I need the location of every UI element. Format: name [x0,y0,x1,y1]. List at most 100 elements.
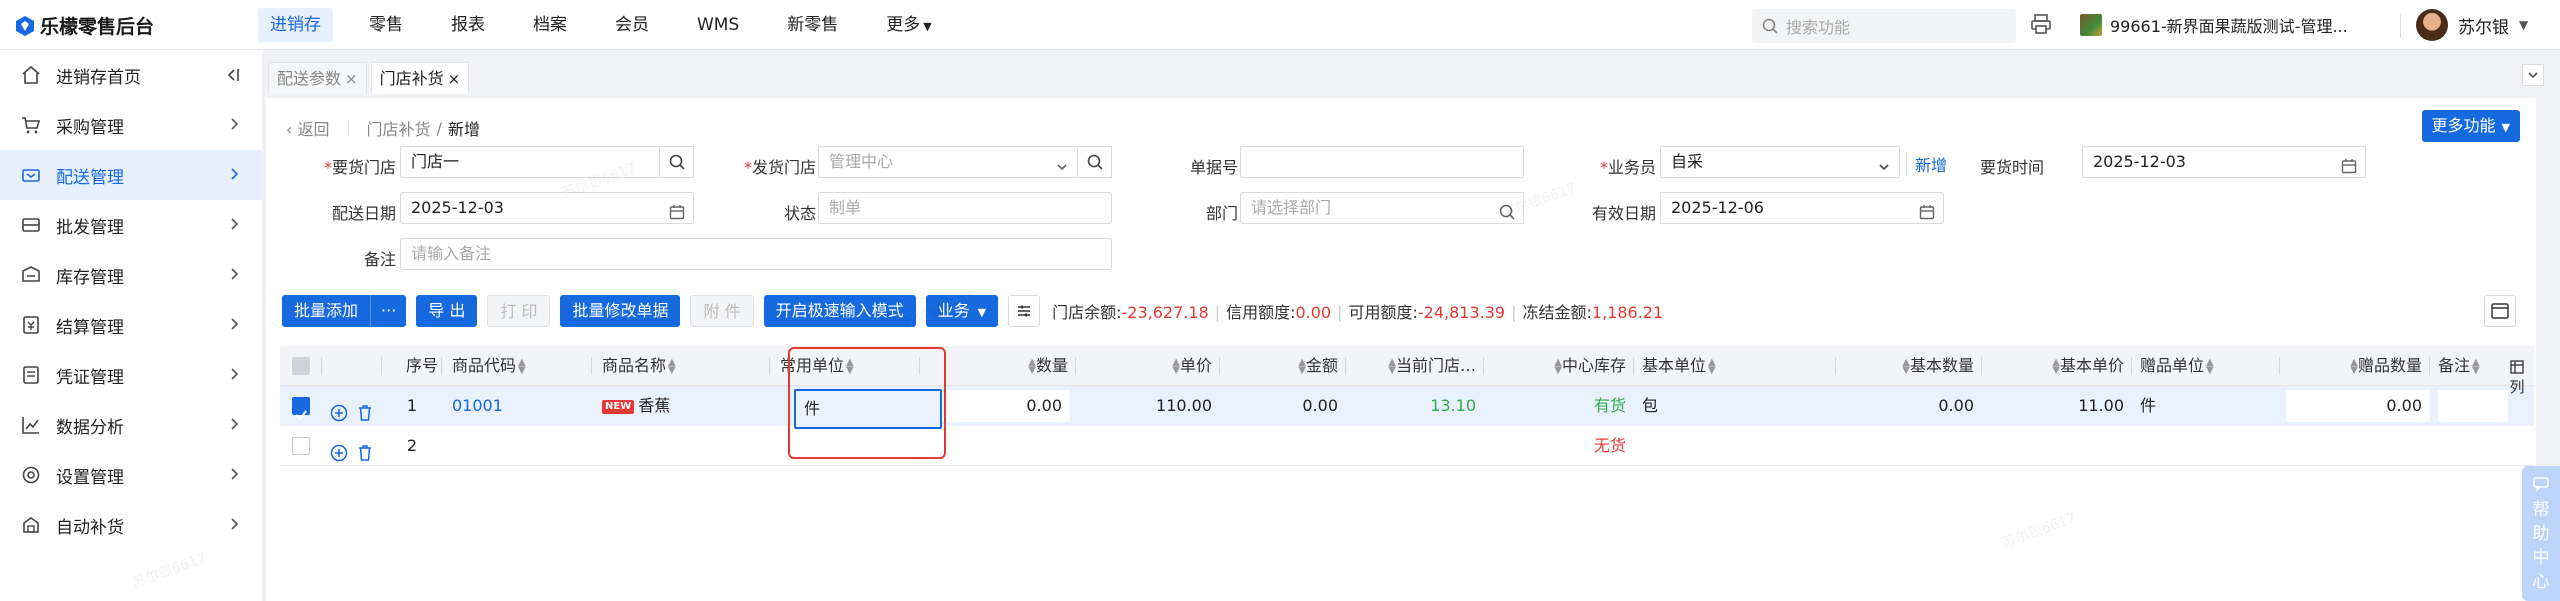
row-checkbox[interactable] [292,437,310,455]
printer-icon[interactable] [2030,13,2052,40]
cell-gift-unit: 件 [2140,396,2157,415]
sort-icon: ▲ ▼ [1298,356,1306,376]
sidebar-item-home[interactable]: 进销存首页 [0,50,262,100]
layout-toggle-button[interactable] [2484,295,2516,327]
more-options-button[interactable]: ··· [370,295,406,327]
header-gift-qty[interactable]: ▲ ▼赠品数量 [2280,346,2430,386]
delete-row-icon[interactable] [356,397,374,426]
topnav-item-retail[interactable]: 零售 [357,8,415,42]
req-store-field[interactable]: 门店一 [400,146,660,178]
separator: | [1337,303,1343,322]
more-functions-button[interactable]: 更多功能 ▼ [2421,110,2520,142]
select-all-checkbox[interactable] [292,357,310,375]
tab-distribution-params[interactable]: 配送参数 × [268,62,367,94]
req-store-search-button[interactable] [660,146,694,178]
header-price[interactable]: ▲ ▼单价 [1076,346,1220,386]
sidebar-item-purchase[interactable]: 采购管理 [0,100,262,150]
more-functions-label: 更多功能 [2431,116,2496,135]
sort-icon: ▲ ▼ [1554,356,1562,376]
header-base-unit[interactable]: 基本单位 ▲ ▼ [1634,346,1836,386]
close-icon[interactable]: × [448,70,461,88]
sidebar-item-inventory[interactable]: 库存管理 [0,250,262,300]
column-settings-button[interactable] [1008,295,1041,327]
header-code[interactable]: 商品代码 ▲ ▼ [442,346,592,386]
valid-date-field[interactable]: 2025-12-06 [1660,192,1944,224]
salesman-field[interactable]: 自采 [1660,146,1900,178]
header-remark[interactable]: 备注 ▲ ▼ [2430,346,2500,386]
sidebar-item-auto-replenish[interactable]: 自动补货 [0,500,262,550]
header-center-stock[interactable]: ▲ ▼中心库存 [1484,346,1634,386]
header-gift-unit[interactable]: 赠品单位 ▲ ▼ [2132,346,2280,386]
print-button[interactable]: 打 印 [487,295,551,327]
header-code-label: 商品代码 [452,356,517,375]
row-actions [330,426,380,466]
ship-date-field[interactable]: 2025-12-03 [400,192,694,224]
row-checkbox[interactable] [292,397,310,421]
doc-no-field[interactable] [1240,146,1524,178]
separator: | [1511,303,1517,322]
header-qty[interactable]: ▲ ▼数量 [920,346,1076,386]
topnav-item-wms[interactable]: WMS [685,8,751,42]
header-base-qty[interactable]: ▲ ▼基本数量 [1836,346,1982,386]
ship-store-field[interactable]: 管理中心 [818,146,1078,178]
store-switcher[interactable]: 99661-新界面果蔬版测试-管理... [2080,13,2348,37]
sidebar-item-distribution[interactable]: 配送管理 [0,150,262,200]
tabs-dropdown-button[interactable] [2522,64,2544,86]
chevron-down-icon: ▼ [977,306,987,319]
header-name[interactable]: 商品名称 ▲ ▼ [592,346,770,386]
sidebar-item-wholesale[interactable]: 批发管理 [0,200,262,250]
topnav-item-new-retail[interactable]: 新零售 [775,8,850,42]
sidebar-item-voucher[interactable]: 凭证管理 [0,350,262,400]
add-salesman-link[interactable]: 新增 [1906,152,1947,176]
header-unit[interactable]: 常用单位 ▲ ▼ [770,346,920,386]
table-row[interactable]: 2 无货 [280,426,2534,466]
remark-input[interactable] [2438,390,2508,422]
cell-code[interactable]: 01001 [442,386,592,426]
add-row-icon[interactable] [330,397,348,426]
chevron-down-icon: ▼ [2501,121,2510,134]
dept-field[interactable]: 请选择部门 [1240,192,1524,224]
breadcrumb-parent[interactable]: 门店补货 [367,116,431,140]
search-icon [1499,200,1515,230]
close-icon[interactable]: × [345,70,358,88]
batch-add-button[interactable]: 批量添加 ··· [282,295,407,327]
qty-input[interactable]: 0.00 [926,390,1070,422]
tab-store-replenish[interactable]: 门店补货 × [370,62,470,94]
topnav-item-jxc[interactable]: 进销存 [258,8,333,42]
sidebar-item-settlement[interactable]: 结算管理 [0,300,262,350]
topnav-item-archive[interactable]: 档案 [521,8,579,42]
remark-field[interactable]: 请输入备注 [400,238,1112,270]
help-center-tab[interactable]: 帮助中心 [2522,466,2560,601]
topnav-item-more[interactable]: 更多 ▼ [874,8,943,42]
delete-row-icon[interactable] [356,437,374,466]
unit-input[interactable]: 件 [794,389,942,429]
table-row[interactable]: 1 01001 NEW 香蕉 0.00 110.00 0.00 13.10 有货 … [280,386,2534,426]
sort-icon: ▲ ▼ [2206,356,2214,376]
search-input[interactable]: 搜索功能 [1752,9,2016,43]
export-button[interactable]: 导 出 [416,295,478,327]
sort-icon: ▲ ▼ [668,356,676,376]
gift-qty-input[interactable]: 0.00 [2286,390,2430,422]
header-amount[interactable]: ▲ ▼金额 [1220,346,1346,386]
fast-input-button[interactable]: 开启极速输入模式 [763,295,916,327]
cell-center-stock: 无货 [1593,436,1626,455]
business-button[interactable]: 业务 ▼ [925,295,999,327]
credit-value: 0.00 [1295,303,1332,322]
collapse-sidebar-icon[interactable] [224,66,242,89]
sidebar-item-settings[interactable]: 设置管理 [0,450,262,500]
back-link[interactable]: ‹ 返回 [286,116,330,140]
req-time-field[interactable]: 2025-12-03 [2082,146,2366,178]
cell-base-unit: 包 [1642,396,1659,415]
sidebar-item-analytics[interactable]: 数据分析 [0,400,262,450]
batch-modify-button[interactable]: 批量修改单据 [560,295,681,327]
app-logo[interactable]: 乐檬零售后台 [16,12,154,39]
user-menu[interactable]: 苏尔银 ▼ [2416,9,2528,41]
add-row-icon[interactable] [330,437,348,466]
topnav-item-report[interactable]: 报表 [439,8,497,42]
attachment-button[interactable]: 附 件 [690,295,754,327]
ship-store-search-button[interactable] [1078,146,1112,178]
column-config-button[interactable]: 列 [2506,360,2528,396]
header-base-price[interactable]: ▲ ▼基本单价 [1982,346,2132,386]
topnav-item-member[interactable]: 会员 [603,8,661,42]
header-store-stock[interactable]: ▲ ▼当前门店… [1346,346,1484,386]
